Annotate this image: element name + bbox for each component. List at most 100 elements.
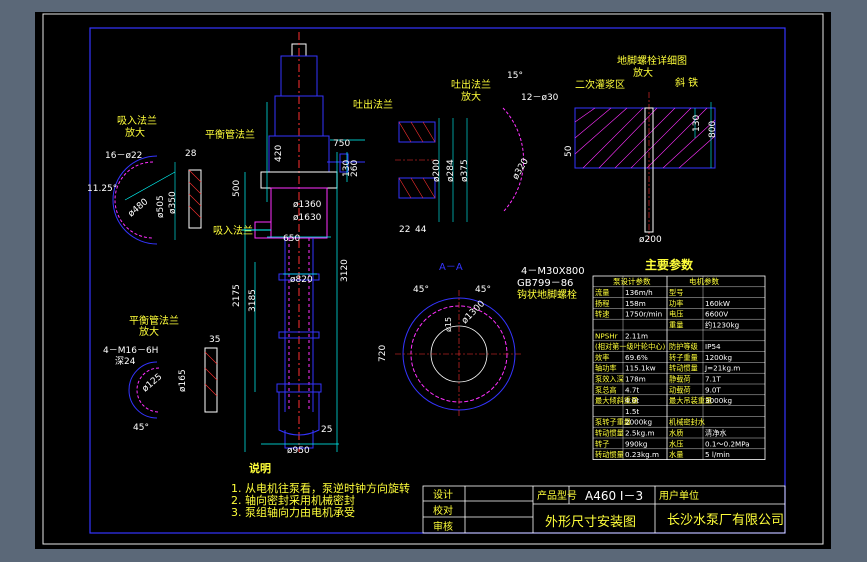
discharge-flange-detail: 吐出法兰 放大 ø200 ø284 ø375 44 22 15° 12－ø30 … xyxy=(395,71,559,235)
dim-11-25: 11.25° xyxy=(87,184,117,194)
label-balance-flange: 平衡管法兰 xyxy=(129,314,179,327)
anchor-detail: 地脚螺栓详细图 放大 二次灌浆区 斜 铁 50 130 800 ø200 xyxy=(564,54,718,245)
param-cell: 69.6% xyxy=(625,353,648,362)
dim-44: 44 xyxy=(415,225,427,235)
dim-15: ø15 xyxy=(444,317,453,332)
dim-45a: 45° xyxy=(413,285,429,295)
dim-1300: ø1300 xyxy=(460,299,487,326)
param-cell: 9.0T xyxy=(705,385,721,394)
dim-3120: 3120 xyxy=(340,259,350,282)
param-cell: 流量 xyxy=(595,288,609,297)
param-cell: 效率 xyxy=(595,353,609,362)
dim-2175: 2175 xyxy=(232,284,242,307)
dim-650: 650 xyxy=(283,234,300,244)
param-cell: 机械密封水 xyxy=(669,418,705,427)
tb-company: 长沙水泵厂有限公司 xyxy=(667,513,784,528)
param-cell: 1200kg xyxy=(705,353,732,362)
param-cell: 158m xyxy=(625,299,646,308)
param-cell: 0.1～0.2MPa xyxy=(705,439,750,448)
param-cell: 4.0t xyxy=(625,396,639,405)
param-head-motor: 电机参数 xyxy=(689,276,719,286)
param-cell: 转子重量 xyxy=(669,353,698,362)
param-cell: 水质 xyxy=(669,429,683,438)
label-discharge-flange-2: 吐出法兰 xyxy=(451,78,491,91)
param-head-pump: 泵设计参数 xyxy=(613,276,651,286)
dim-16-22: 16－ø22 xyxy=(105,151,142,161)
label-enlarged-2: 放大 xyxy=(139,325,159,338)
balance-flange-detail: 平衡管法兰 放大 4－M16－6H 深24 ø125 45° ø165 35 xyxy=(103,314,220,433)
param-cell: 160kW xyxy=(705,299,730,308)
dim-15deg: 15° xyxy=(507,71,523,81)
dim-1360: ø1360 xyxy=(293,200,322,210)
param-cell: J=21kg.m xyxy=(704,364,740,373)
param-cell: 动载荷 xyxy=(669,385,691,394)
param-cell: 转子 xyxy=(595,439,609,448)
note-1: 1. 从电机往泵看，泵逆时钟方向旋转 xyxy=(231,481,410,495)
dim-3185: 3185 xyxy=(248,289,258,312)
dim-200: ø200 xyxy=(432,159,442,182)
param-cell: 水量 xyxy=(669,450,683,459)
dim-35: 35 xyxy=(209,335,220,345)
param-cell: 电压 xyxy=(669,310,683,319)
drawing-canvas: 750 420 500 ø1360 ø1630 650 ø820 2175 31… xyxy=(35,12,831,549)
param-cell: IP54 xyxy=(705,342,721,351)
label-anchor-type: 钩状地脚螺栓 xyxy=(517,288,577,301)
param-cell: 7.1T xyxy=(705,375,721,384)
dim-130b: 130 xyxy=(692,115,702,132)
dim-125: ø125 xyxy=(141,372,165,394)
notes-title: 说明 xyxy=(249,461,271,475)
tb-drawing: 外形尺寸安装图 xyxy=(545,515,636,530)
param-cell: 4.7t xyxy=(625,385,639,394)
param-cell: 1750r/min xyxy=(625,310,662,319)
tb-product: 产品型号 xyxy=(537,489,577,502)
tb-design: 设计 xyxy=(433,488,453,501)
param-cell: 转动惯量 xyxy=(669,364,698,373)
pump-elevation xyxy=(241,32,365,452)
dim-12-30: 12－ø30 xyxy=(521,93,559,103)
param-cell: 5 l/min xyxy=(705,450,730,459)
tb-user: 用户单位 xyxy=(659,489,699,502)
dim-m16: 4－M16－6H xyxy=(103,346,158,356)
param-cell: 115.1kw xyxy=(625,364,656,373)
section-a-a: A－A 45° 45° 720 ø1300 ø15 4－M30X800 GB79… xyxy=(378,262,585,418)
dim-500: 500 xyxy=(232,180,242,197)
tb-model: A460 Ⅰ－3 xyxy=(585,489,643,503)
dim-28: 28 xyxy=(185,149,197,159)
param-cell: 3000kg xyxy=(705,396,732,405)
param-cell: 2000kg xyxy=(625,418,652,427)
cad-drawing: 750 420 500 ø1360 ø1630 650 ø820 2175 31… xyxy=(42,13,824,545)
param-cell: 2.5kg.m xyxy=(625,429,654,438)
param-cell: 178m xyxy=(625,375,646,384)
label-discharge-flange: 吐出法兰 xyxy=(353,98,393,111)
param-cell: 水压 xyxy=(669,439,683,448)
label-shim: 斜 铁 xyxy=(675,76,698,89)
dim-375: ø375 xyxy=(460,159,470,182)
main-params-title: 主要参数 xyxy=(645,257,694,272)
param-cell: 转速 xyxy=(595,310,609,319)
dim-420: 420 xyxy=(274,145,284,162)
param-cell: (相对第一级叶轮中心) xyxy=(595,342,665,351)
param-cell: 清净水 xyxy=(705,429,727,438)
param-cell: 扬程 xyxy=(595,299,609,308)
suction-flange-detail: 吸入法兰 放大 16－ø22 11.25° ø480 ø505 ø350 28 xyxy=(87,114,202,245)
param-cell: 136m/h xyxy=(625,288,653,297)
param-cell: 6600V xyxy=(705,310,728,319)
param-cell: 转动惯量 xyxy=(595,450,624,459)
label-enlarged-1: 放大 xyxy=(125,126,145,139)
dim-200b: ø200 xyxy=(639,235,662,245)
dim-45b: 45° xyxy=(475,285,491,295)
dim-260: 260 xyxy=(350,160,360,177)
param-cell: 静载荷 xyxy=(669,375,691,384)
param-cell: 转动惯量 xyxy=(595,429,624,438)
dim-1630: ø1630 xyxy=(293,213,322,223)
dim-480: ø480 xyxy=(127,197,151,219)
label-enlarged-4: 放大 xyxy=(633,66,653,79)
param-cell: 0.23kg.m xyxy=(625,450,659,459)
param-cell: NPSHr xyxy=(595,331,618,340)
param-cell: 990kg xyxy=(625,439,647,448)
label-enlarged-3: 放大 xyxy=(461,90,481,103)
dim-165: ø165 xyxy=(178,369,188,392)
param-cell: 功率 xyxy=(669,299,683,308)
param-cell: 泵效入深 xyxy=(595,375,624,384)
dim-depth24: 深24 xyxy=(115,356,136,367)
